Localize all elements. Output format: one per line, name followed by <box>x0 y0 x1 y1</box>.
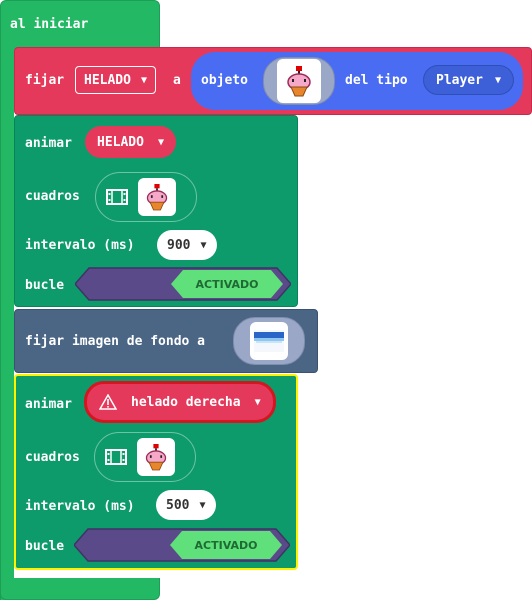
variable-dropdown[interactable]: HELADO ▼ <box>75 66 156 94</box>
loop-label: bucle <box>25 278 65 293</box>
interval-label: intervalo (ms) <box>25 499 135 514</box>
caret-down-icon: ▼ <box>140 74 147 86</box>
film-icon <box>105 449 127 465</box>
sprite-kind-value: Player <box>436 72 483 88</box>
animate-block-selected[interactable]: animar helado derecha ▼ cuadros interval… <box>14 374 298 570</box>
loop-label: bucle <box>25 539 65 554</box>
on-start-label: al iniciar <box>10 17 89 32</box>
background-image-picker[interactable] <box>233 317 305 365</box>
interval-value: 500 <box>166 497 190 513</box>
loop-toggle[interactable]: ACTIVADO <box>74 527 290 563</box>
animate-target-dropdown[interactable]: HELADO ▼ <box>85 126 176 158</box>
kind-label: del tipo <box>345 73 408 88</box>
sprite-image-picker[interactable] <box>263 57 335 105</box>
sprite-kind-dropdown[interactable]: Player ▼ <box>423 65 514 95</box>
frame-thumbnail <box>138 178 176 216</box>
set-label: fijar <box>25 73 65 88</box>
frames-label: cuadros <box>25 189 80 204</box>
ice-cream-sprite-icon <box>146 184 168 211</box>
interval-value: 900 <box>167 237 191 253</box>
on-start-rail <box>0 46 14 600</box>
interval-input[interactable]: 500 ▼ <box>156 490 216 520</box>
animate-block[interactable]: animar HELADO ▼ cuadros intervalo (ms) 9… <box>14 115 298 307</box>
interval-label: intervalo (ms) <box>25 238 135 253</box>
interval-input[interactable]: 900 ▼ <box>157 230 217 260</box>
frames-label: cuadros <box>25 450 80 465</box>
background-image-icon <box>254 330 284 352</box>
on-start-footer <box>0 578 160 600</box>
variable-dropdown-value: HELADO <box>84 72 131 88</box>
caret-down-icon: ▼ <box>200 239 207 251</box>
caret-down-icon: ▼ <box>199 499 206 511</box>
film-icon <box>106 189 128 205</box>
frames-editor[interactable] <box>94 432 196 482</box>
animate-label: animar <box>25 397 72 412</box>
to-label: a <box>173 73 181 88</box>
sprite-create-pill[interactable]: objeto del tipo Player ▼ <box>191 52 523 110</box>
loop-toggle-state: ACTIVADO <box>196 278 259 291</box>
frames-editor[interactable] <box>95 172 197 222</box>
background-label: fijar imagen de fondo a <box>25 334 206 349</box>
animate-target-dropdown[interactable]: helado derecha ▼ <box>84 381 276 423</box>
ice-cream-sprite-icon <box>287 66 311 97</box>
caret-down-icon: ▼ <box>254 396 261 408</box>
set-sprite-block[interactable]: fijar HELADO ▼ a objeto del tipo Player … <box>14 47 532 115</box>
on-start-block[interactable]: al iniciar <box>0 0 160 50</box>
set-background-block[interactable]: fijar imagen de fondo a <box>14 309 318 373</box>
caret-down-icon: ▼ <box>157 136 164 148</box>
caret-down-icon: ▼ <box>494 74 501 86</box>
sprite-label: objeto <box>201 73 248 88</box>
ice-cream-sprite-icon <box>277 59 321 103</box>
ice-cream-sprite-icon <box>145 444 167 471</box>
background-image-icon <box>250 322 288 360</box>
frame-thumbnail <box>137 438 175 476</box>
animate-target-value: HELADO <box>97 134 144 150</box>
loop-toggle[interactable]: ACTIVADO <box>75 266 291 302</box>
animate-target-value: helado derecha <box>131 394 241 410</box>
animate-label: animar <box>25 136 72 151</box>
loop-toggle-state: ACTIVADO <box>195 539 258 552</box>
warning-icon <box>99 394 117 410</box>
